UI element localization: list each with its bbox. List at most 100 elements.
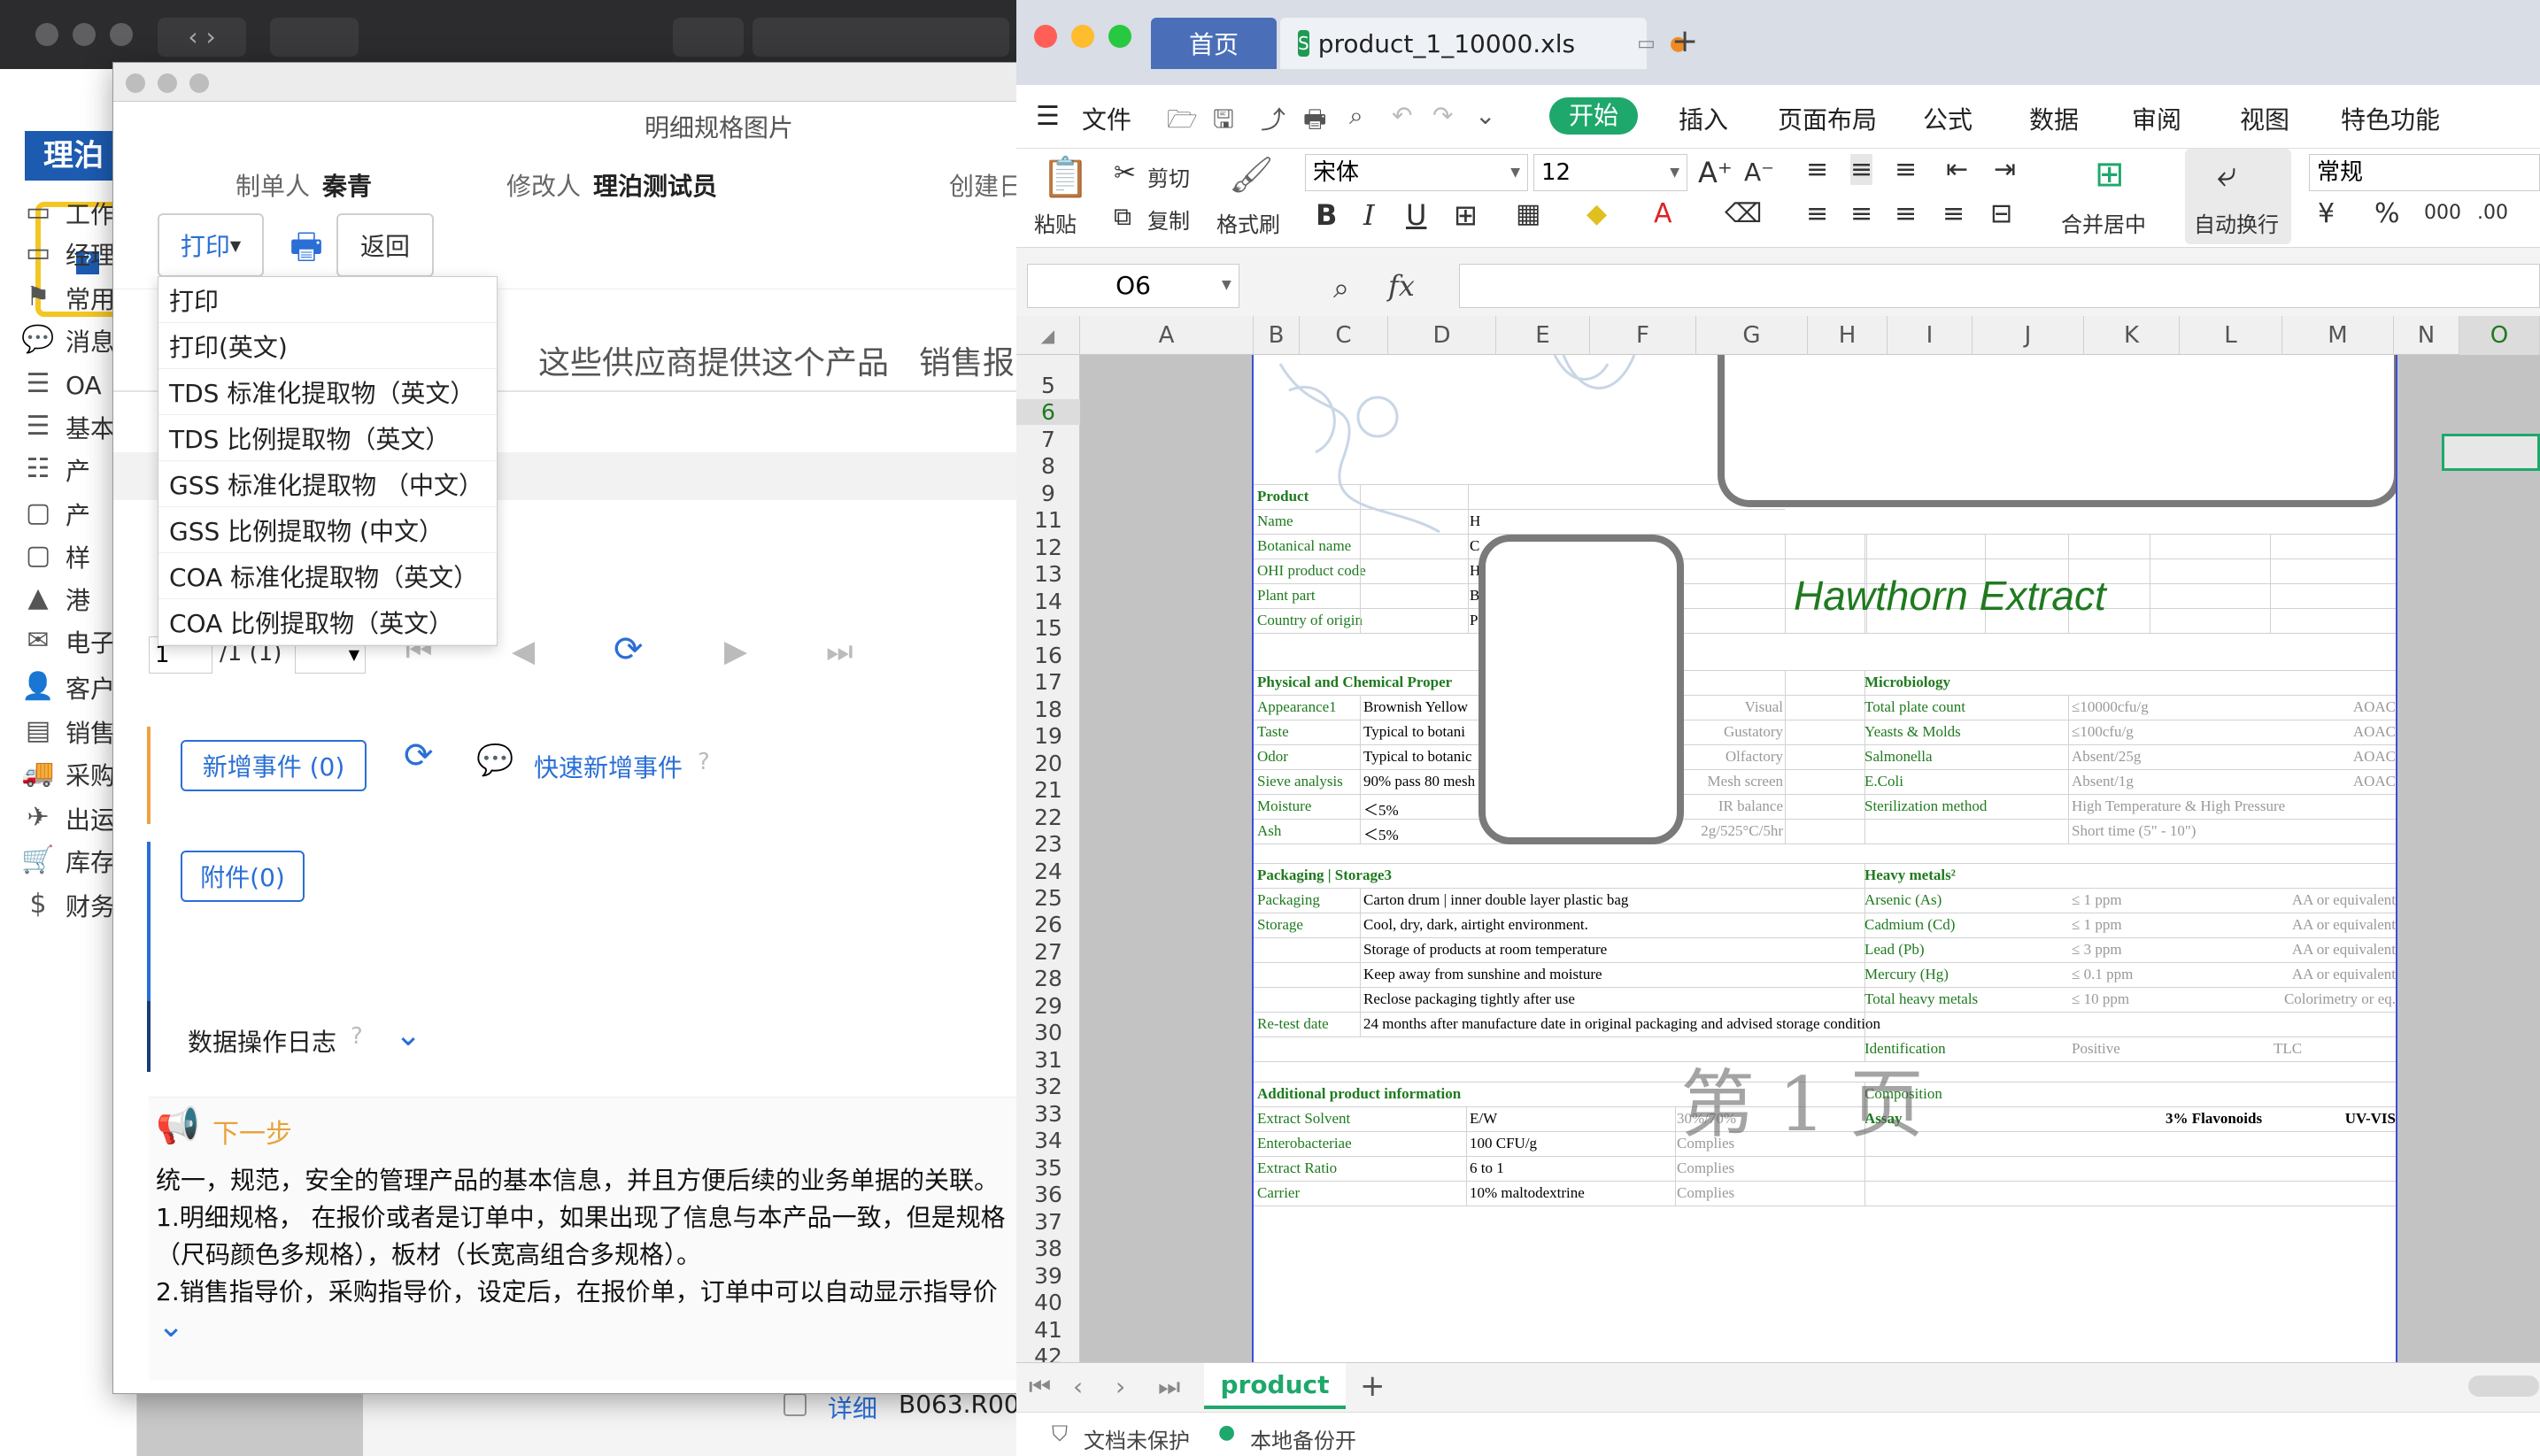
column-header[interactable]: O [2459,316,2540,355]
row-header[interactable]: 36 [1016,1182,1080,1207]
print-menu-item[interactable]: 打印 [158,277,497,323]
detail-link[interactable]: 详细 [828,1390,877,1425]
fill-color-icon[interactable]: ◆ [1587,198,1607,229]
menu-review[interactable]: 审阅 [2132,101,2181,136]
expand-chevron-icon[interactable]: ⌄ [158,1308,184,1344]
print-icon[interactable]: 🖶 [1303,101,1326,143]
menu-insert[interactable]: 插入 [1679,101,1728,136]
merge-label[interactable]: 合并居中 [2061,207,2146,238]
nav-item-10[interactable]: ✉ 电子 [21,621,115,662]
next-sheet-icon[interactable]: › [1116,1372,1125,1401]
tab-sales[interactable]: 销售报 [919,337,1015,383]
nav-item-0[interactable]: ▭ 工作 [21,193,115,234]
font-family-select[interactable]: 宋体 ▼ [1305,154,1528,191]
align-left-icon[interactable]: ≡ [1806,198,1828,229]
format-painter-label[interactable]: 格式刷 [1216,207,1280,238]
row-header[interactable]: 8 [1016,453,1080,479]
bg-zoom-light[interactable] [110,23,133,46]
row-header[interactable]: 12 [1016,535,1080,560]
quick-add-event-link[interactable]: 快速新增事件 [534,749,683,784]
zoom-search-icon[interactable]: ⌕ [1333,271,1349,305]
select-all-corner[interactable]: ◢ [1016,316,1080,355]
preview-icon[interactable]: ⌕ [1349,101,1363,131]
nav-item-12[interactable]: ▤ 销售 [21,712,115,752]
column-header[interactable]: N [2394,316,2459,355]
thousands-icon[interactable]: 000 [2424,202,2461,224]
tab-home[interactable]: 首页 [1151,18,1277,69]
row-header[interactable]: 30 [1016,1020,1080,1045]
undo-icon[interactable]: ↶ [1392,101,1412,130]
row-header[interactable]: 25 [1016,885,1080,911]
attachment-button[interactable]: 附件(0) [181,851,305,902]
row-header[interactable]: 6 [1016,399,1080,426]
copy-icon[interactable]: ⧉ [1114,202,1131,232]
column-header[interactable]: B [1254,316,1300,355]
row-header[interactable]: 18 [1016,697,1080,722]
print-menu-item[interactable]: COA 比例提取物（英文） [158,599,497,645]
address-bar[interactable] [753,18,1009,57]
distribute-icon[interactable]: ⊟ [1990,198,2012,229]
row-header[interactable]: 27 [1016,939,1080,965]
decimal-icon[interactable]: .00 [2477,202,2508,224]
row-header[interactable]: 40 [1016,1290,1080,1315]
print-menu-item[interactable]: GSS 标准化提取物 （中文） [158,461,497,507]
row-header[interactable]: 37 [1016,1209,1080,1235]
bg-minimize-light[interactable] [73,23,96,46]
column-header[interactable]: D [1388,316,1496,355]
tab-file[interactable]: S product_1_10000.xls ▭ ● [1280,18,1687,69]
bg-close-light[interactable] [35,23,58,46]
column-header[interactable]: C [1300,316,1388,355]
row-header[interactable]: 35 [1016,1155,1080,1181]
new-tab-icon[interactable]: + [1671,23,1698,59]
percent-icon[interactable]: % [2374,198,2400,229]
column-header[interactable]: M [2282,316,2394,355]
nav-item-11[interactable]: 👤 客户 [21,667,115,708]
row-header[interactable]: 33 [1016,1101,1080,1127]
save-icon[interactable]: 🖫 [1213,101,1234,143]
row-header[interactable]: 17 [1016,669,1080,695]
selected-cell-o6[interactable] [2442,434,2540,471]
dialog-zoom-light[interactable] [189,73,209,93]
increase-font-icon[interactable]: A⁺ [1698,156,1733,189]
refresh-events-icon[interactable]: ⟳ [404,736,434,776]
share-icon[interactable]: ⤴ [1261,101,1285,136]
row-checkbox[interactable] [784,1393,807,1416]
bold-icon[interactable]: B [1316,198,1337,232]
copy-label[interactable]: 复制 [1147,204,1190,235]
column-header[interactable]: K [2084,316,2180,355]
border-icon[interactable]: ⊞ [1454,198,1478,232]
column-header[interactable]: H [1808,316,1888,355]
row-header[interactable]: 15 [1016,615,1080,641]
align-top-icon[interactable]: ≡ [1806,154,1828,185]
row-header[interactable]: 16 [1016,643,1080,668]
nav-item-15[interactable]: 🛒 库存 [21,841,115,882]
first-sheet-icon[interactable]: ⏮ [1029,1372,1051,1402]
align-right-icon[interactable]: ≡ [1895,198,1917,229]
column-header[interactable]: J [1973,316,2084,355]
row-header[interactable]: 13 [1016,561,1080,587]
hamburger-icon[interactable]: ☰ [1036,101,1060,132]
print-menu-item[interactable]: TDS 标准化提取物（英文） [158,369,497,415]
nav-item-14[interactable]: ✈ 出运 [21,798,115,839]
row-header[interactable]: 34 [1016,1128,1080,1153]
row-header[interactable]: 19 [1016,723,1080,749]
nav-item-1[interactable]: ▭ 经理 [21,234,115,274]
number-format-select[interactable]: 常规 [2309,154,2540,191]
menu-special[interactable]: 特色功能 [2341,101,2440,136]
sheet-tab-product[interactable]: product [1204,1363,1346,1409]
print-dropdown-button[interactable]: 打印 ▼ [158,213,264,277]
column-header[interactable]: F [1590,316,1696,355]
print-menu-item[interactable]: GSS 比例提取物 (中文） [158,507,497,553]
row-header[interactable]: 7 [1016,427,1080,452]
menu-formula[interactable]: 公式 [1923,101,1973,136]
horizontal-scrollbar[interactable] [2468,1375,2539,1397]
cut-label[interactable]: 剪切 [1147,161,1190,192]
row-header[interactable]: 21 [1016,777,1080,803]
nav-item-3[interactable]: 💬 消息 [21,320,115,361]
font-color-icon[interactable]: A [1654,198,1672,229]
back-forward-icon[interactable]: ‹ › [158,18,246,57]
return-button[interactable]: 返回 [336,213,434,277]
prev-sheet-icon[interactable]: ‹ [1073,1372,1083,1401]
close-light[interactable] [1034,25,1057,48]
row-header[interactable]: 22 [1016,805,1080,830]
